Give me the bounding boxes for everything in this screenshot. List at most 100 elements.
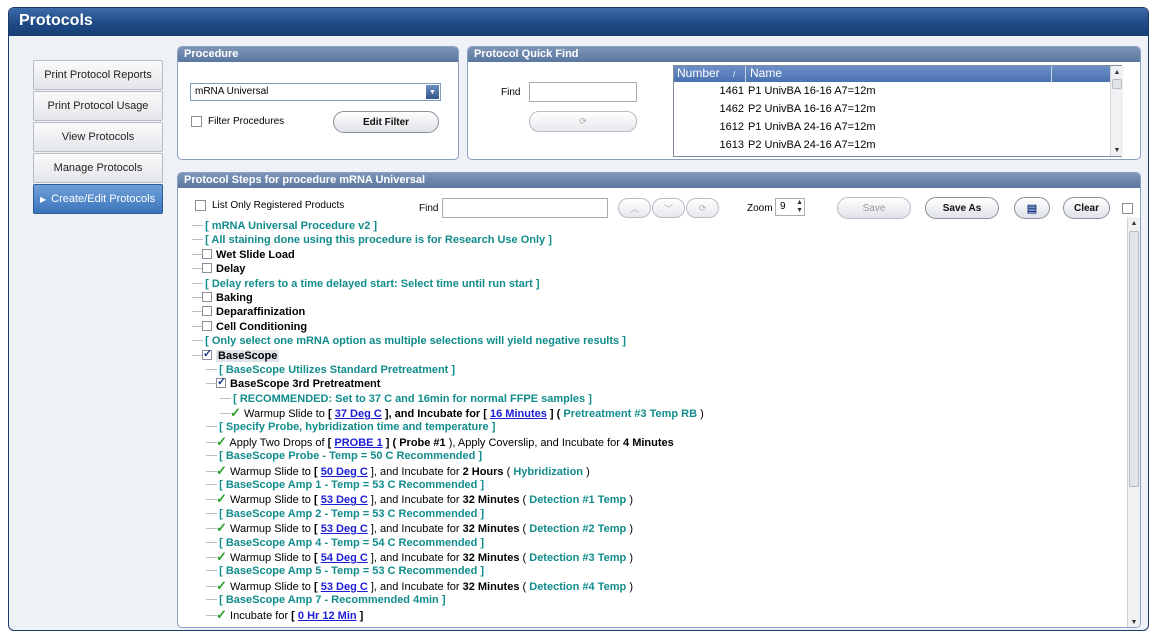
tree-action[interactable]: ┄┄✓ Warmup Slide to [ 54 Deg C ], and In… bbox=[192, 549, 1126, 564]
column-number-label: Number bbox=[677, 66, 720, 80]
reagent-name: Detection #2 Temp bbox=[529, 523, 627, 536]
tree-comment[interactable]: ┄┄ [ Delay refers to a time delayed star… bbox=[192, 277, 1126, 291]
filter-procedures-checkbox[interactable] bbox=[191, 116, 202, 127]
probe-name: Probe #1 bbox=[399, 436, 446, 449]
steps-scrollbar[interactable]: ▲ ▼ bbox=[1127, 217, 1140, 627]
table-row[interactable]: 1613 P2 UnivBA 24-16 A7=12m bbox=[674, 136, 1121, 154]
action-text: ], and Incubate for bbox=[370, 551, 460, 564]
save-as-button[interactable]: Save As bbox=[925, 197, 999, 219]
tree-step[interactable]: ┄┄BaseScope bbox=[192, 347, 1126, 363]
step-checkbox[interactable] bbox=[202, 320, 213, 331]
scroll-thumb[interactable] bbox=[1129, 231, 1139, 487]
param-link[interactable]: 54 Deg C bbox=[321, 552, 368, 564]
step-checkbox[interactable] bbox=[202, 248, 213, 259]
param-link[interactable]: 53 Deg C bbox=[321, 523, 368, 535]
reagent-name: Detection #4 Temp bbox=[529, 580, 627, 593]
tree-comment[interactable]: ┄┄ [ BaseScope Amp 2 - Temp = 53 C Recom… bbox=[192, 507, 1126, 521]
refresh-button[interactable]: ⟳ bbox=[529, 111, 637, 132]
tree-step[interactable]: ┄┄ Wet Slide Load bbox=[192, 248, 1126, 262]
param-link[interactable]: 53 Deg C bbox=[321, 581, 368, 593]
save-button[interactable]: Save bbox=[837, 197, 911, 219]
find-next-button[interactable]: ﹀ bbox=[652, 198, 685, 218]
tree-comment[interactable]: ┄┄ [ Only select one mRNA option as mult… bbox=[192, 334, 1126, 348]
nav-view-protocols[interactable]: View Protocols bbox=[33, 122, 163, 152]
param-link[interactable]: 16 Minutes bbox=[490, 408, 547, 420]
nav-print-protocol-reports[interactable]: Print Protocol Reports bbox=[33, 60, 163, 90]
param-link[interactable]: 53 Deg C bbox=[321, 494, 368, 506]
extra-checkbox[interactable] bbox=[1122, 202, 1133, 214]
tree-action[interactable]: ┄┄✓ Warmup Slide to [ 53 Deg C ], and In… bbox=[192, 521, 1126, 536]
tree-comment[interactable]: ┄┄ [ BaseScope Amp 5 - Temp = 53 C Recom… bbox=[192, 564, 1126, 578]
duration: 32 Minutes bbox=[462, 523, 520, 536]
check-icon: ✓ bbox=[216, 491, 227, 507]
bracket: [ bbox=[291, 609, 295, 622]
scroll-up-icon[interactable]: ▲ bbox=[1111, 66, 1123, 78]
bracket: [ bbox=[313, 523, 318, 536]
scroll-down-icon[interactable]: ▼ bbox=[1128, 616, 1140, 627]
tree-comment[interactable]: ┄┄ [ Specify Probe, hybridization time a… bbox=[192, 420, 1126, 434]
scroll-up-icon[interactable]: ▲ bbox=[1128, 217, 1140, 229]
table-row[interactable]: 1461 P1 UnivBA 16-16 A7=12m bbox=[674, 82, 1121, 100]
step-checkbox[interactable] bbox=[202, 291, 213, 302]
param-link[interactable]: 50 Deg C bbox=[321, 466, 368, 478]
tree-comment[interactable]: ┄┄ [ mRNA Universal Procedure v2 ] bbox=[192, 219, 1126, 233]
tree-step[interactable]: ┄┄BaseScope 3rd Pretreatment bbox=[192, 375, 1126, 391]
step-checkbox[interactable] bbox=[216, 375, 226, 390]
tree-comment[interactable]: ┄┄ [ BaseScope Probe - Temp = 50 C Recom… bbox=[192, 449, 1126, 463]
param-link[interactable]: 0 Hr 12 Min bbox=[298, 610, 357, 622]
scroll-down-icon[interactable]: ▼ bbox=[1111, 144, 1123, 156]
spinner-arrows-icon[interactable]: ▲ ▼ bbox=[796, 199, 803, 215]
find-refresh-button[interactable]: ⟳ bbox=[686, 198, 719, 218]
tree-action[interactable]: ┄┄✓ Warmup Slide to [ 37 Deg C ], and In… bbox=[192, 405, 1126, 420]
tree-action[interactable]: ┄┄✓ Warmup Slide to [ 53 Deg C ], and In… bbox=[192, 578, 1126, 593]
tree-step[interactable]: ┄┄ Deparaffinization bbox=[192, 305, 1126, 319]
edit-filter-button[interactable]: Edit Filter bbox=[333, 111, 439, 133]
procedure-select[interactable]: mRNA Universal ▼ bbox=[190, 83, 441, 101]
tree-comment[interactable]: ┄┄ [ BaseScope Utilizes Standard Pretrea… bbox=[192, 363, 1126, 377]
step-checkbox[interactable] bbox=[202, 306, 213, 317]
nav-print-protocol-usage[interactable]: Print Protocol Usage bbox=[33, 91, 163, 121]
tree-comment[interactable]: ┄┄ [ BaseScope Amp 1 - Temp = 53 C Recom… bbox=[192, 478, 1126, 492]
row-number: 1461 bbox=[719, 85, 744, 97]
scroll-thumb[interactable] bbox=[1112, 79, 1122, 89]
tree-comment[interactable]: ┄┄ [ RECOMMENDED: Set to 37 C and 16min … bbox=[192, 392, 1126, 406]
tree-step[interactable]: ┄┄ Baking bbox=[192, 291, 1126, 305]
duration: 32 Minutes bbox=[462, 494, 520, 507]
tree-action[interactable]: ┄┄✓ Warmup Slide to [ 53 Deg C ], and In… bbox=[192, 491, 1126, 507]
nav-create-edit-protocols[interactable]: ▶ Create/Edit Protocols bbox=[33, 184, 163, 214]
quick-find-scrollbar[interactable]: ▲ ▼ bbox=[1110, 66, 1123, 156]
nav-create-edit-label: Create/Edit Protocols bbox=[51, 193, 156, 205]
tree-action[interactable]: ┄┄✓ Warmup Slide to [ 50 Deg C ], and In… bbox=[192, 462, 1126, 478]
table-row[interactable]: 1462 P2 UnivBA 16-16 A7=12m bbox=[674, 100, 1121, 118]
bracket: [ bbox=[313, 551, 318, 564]
bracket: ( bbox=[522, 494, 527, 507]
tree-step[interactable]: ┄┄ Cell Conditioning bbox=[192, 320, 1126, 334]
tree-action[interactable]: ┄┄✓ Incubate for [ 0 Hr 12 Min ] bbox=[192, 607, 1126, 622]
tree-action[interactable]: ┄┄✓ Apply Two Drops of [ PROBE 1 ] ( Pro… bbox=[192, 434, 1126, 449]
bracket: [ bbox=[327, 436, 332, 449]
steps-find-label: Find bbox=[419, 203, 439, 214]
zoom-spinner[interactable]: 9 ▲ ▼ bbox=[775, 198, 805, 216]
tree-comment[interactable]: ┄┄ [ BaseScope Amp 4 - Temp = 54 C Recom… bbox=[192, 536, 1126, 550]
print-button[interactable]: ▤ bbox=[1014, 197, 1050, 219]
step-checkbox[interactable] bbox=[202, 347, 212, 361]
step-checkbox[interactable] bbox=[202, 263, 213, 274]
clear-button[interactable]: Clear bbox=[1063, 197, 1110, 219]
tree-comment[interactable]: ┄┄ [ All staining done using this proced… bbox=[192, 233, 1126, 247]
check-icon: ✓ bbox=[216, 462, 227, 478]
nav-manage-protocols[interactable]: Manage Protocols bbox=[33, 153, 163, 183]
chevron-down-icon[interactable]: ▼ bbox=[426, 85, 439, 99]
list-only-checkbox[interactable] bbox=[195, 200, 206, 211]
step-label: Wet Slide Load bbox=[216, 248, 295, 261]
find-previous-button[interactable]: ︿ bbox=[618, 198, 651, 218]
param-link[interactable]: PROBE 1 bbox=[334, 437, 382, 449]
table-row[interactable]: 1612 P1 UnivBA 24-16 A7=12m bbox=[674, 118, 1121, 136]
param-link[interactable]: 37 Deg C bbox=[335, 408, 382, 420]
steps-find-input[interactable] bbox=[442, 198, 608, 218]
tree-step[interactable]: ┄┄ Delay bbox=[192, 262, 1126, 276]
bracket: ) bbox=[586, 465, 590, 478]
tree-comment[interactable]: ┄┄ [ BaseScope Amp 7 - Recommended 4min … bbox=[192, 593, 1126, 607]
quick-find-input[interactable] bbox=[529, 82, 637, 102]
column-number[interactable]: Number / bbox=[674, 66, 746, 82]
column-name[interactable]: Name bbox=[746, 66, 1052, 82]
